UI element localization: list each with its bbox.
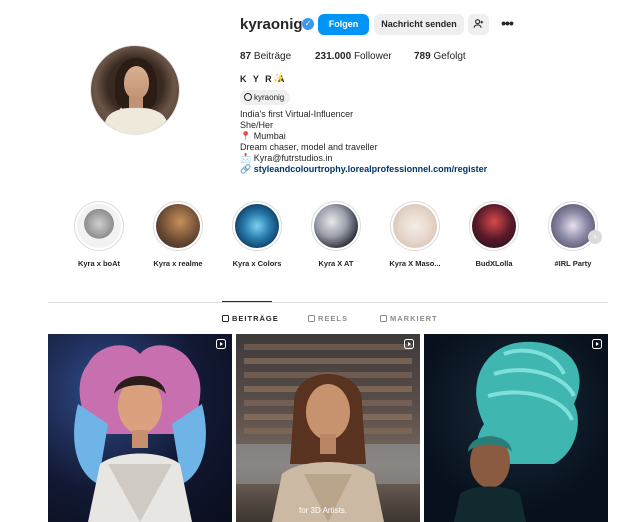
profile-username: kyraonig: [240, 16, 303, 33]
bio-line-1: India's first Virtual-Influencer: [240, 109, 354, 119]
add-person-icon[interactable]: [468, 14, 489, 35]
posts-count: 87: [240, 51, 252, 62]
highlight-label: BudXLolla: [475, 259, 513, 268]
send-message-button[interactable]: Nachricht senden: [374, 14, 464, 35]
follow-button[interactable]: Folgen: [318, 14, 369, 35]
highlight-kyra-at[interactable]: Kyra X AT: [301, 201, 371, 268]
following-label: Gefolgt: [433, 51, 466, 62]
highlight-thumb: [156, 204, 200, 248]
post-caption: for 3D Artists.: [299, 506, 348, 515]
grid-icon: [222, 315, 229, 322]
tab-label: BEITRÄGE: [232, 314, 279, 323]
bio-link-text: styleandcolourtrophy.lorealprofessionnel…: [253, 164, 488, 174]
posts-stat: 87 Beiträge: [240, 51, 291, 62]
avatar-face: [124, 66, 149, 99]
active-tab-indicator: [222, 301, 272, 302]
post-image-3: [454, 341, 580, 522]
story-highlights: Kyra x boAt Kyra x realme Kyra x Colors …: [0, 201, 640, 276]
highlight-budxlolla[interactable]: BudXLolla: [459, 201, 529, 268]
reel-indicator-icon: [216, 339, 226, 349]
highlight-label: Kyra X Maso...: [389, 259, 441, 268]
highlight-thumb: [551, 204, 595, 248]
highlight-kyra-boat[interactable]: Kyra x boAt: [64, 201, 134, 268]
threads-link-chip[interactable]: kyraonig: [240, 90, 291, 105]
highlight-thumb: [77, 204, 121, 248]
post-tile-3[interactable]: [424, 334, 608, 522]
bio-email: Kyra@futrstudios.in: [253, 153, 333, 163]
bio-location: Mumbai: [253, 131, 286, 141]
tab-posts[interactable]: BEITRÄGE: [222, 314, 279, 323]
bio-line-3: 📍 Mumbai: [240, 131, 286, 142]
bio-line-4: Dream chaser, model and traveller: [240, 142, 378, 152]
email-icon: 📩: [240, 153, 252, 163]
followers-label: Follower: [353, 51, 392, 62]
post-tile-1[interactable]: [48, 334, 232, 522]
post-image-1: [74, 345, 206, 522]
avatar-top: [105, 108, 167, 134]
threads-handle: kyraonig: [254, 93, 285, 102]
bio-external-link[interactable]: 🔗 styleandcolourtrophy.lorealprofessionn…: [240, 164, 487, 175]
pin-icon: 📍: [240, 131, 252, 141]
tabs-divider: [48, 302, 608, 303]
bio-line-2: She/Her: [240, 120, 274, 130]
following-stat[interactable]: 789 Gefolgt: [414, 51, 466, 62]
followers-stat[interactable]: 231.000 Follower: [315, 51, 392, 62]
post-image-2: [236, 344, 420, 522]
more-options-icon[interactable]: •••: [498, 14, 516, 35]
highlight-label: Kyra x boAt: [77, 259, 121, 268]
highlight-thumb: [472, 204, 516, 248]
highlight-kyra-maso[interactable]: Kyra X Maso...: [380, 201, 450, 268]
highlight-kyra-colors[interactable]: Kyra x Colors: [222, 201, 292, 268]
highlight-thumb: [235, 204, 279, 248]
following-count: 789: [414, 51, 431, 62]
posts-label: Beiträge: [253, 51, 292, 62]
verified-badge-icon: ✓: [302, 18, 314, 30]
highlight-thumb: [314, 204, 358, 248]
sparkle-icon: ✨: [273, 73, 285, 83]
highlight-thumb: [393, 204, 437, 248]
reel-indicator-icon: [592, 339, 602, 349]
highlight-label: Kyra x realme: [153, 259, 203, 268]
tab-reels[interactable]: REELS: [308, 314, 348, 323]
tab-label: REELS: [318, 314, 349, 323]
tab-tagged[interactable]: MARKIERT: [380, 314, 438, 323]
tab-label: MARKIERT: [390, 314, 438, 323]
bio-line-5: 📩 Kyra@futrstudios.in: [240, 153, 332, 164]
reel-indicator-icon: [404, 339, 414, 349]
profile-avatar[interactable]: [90, 45, 180, 135]
post-tile-2[interactable]: [236, 334, 420, 522]
highlight-kyra-realme[interactable]: Kyra x realme: [143, 201, 213, 268]
reels-icon: [308, 315, 315, 322]
highlight-label: Kyra x Colors: [232, 259, 282, 268]
chevron-right-icon[interactable]: ›: [588, 230, 602, 244]
threads-icon: [244, 93, 252, 101]
link-icon: 🔗: [240, 164, 252, 174]
tagged-icon: [380, 315, 387, 322]
followers-count: 231.000: [315, 51, 352, 62]
highlight-label: #IRL Party: [554, 259, 592, 268]
highlight-label: Kyra X AT: [318, 259, 354, 268]
